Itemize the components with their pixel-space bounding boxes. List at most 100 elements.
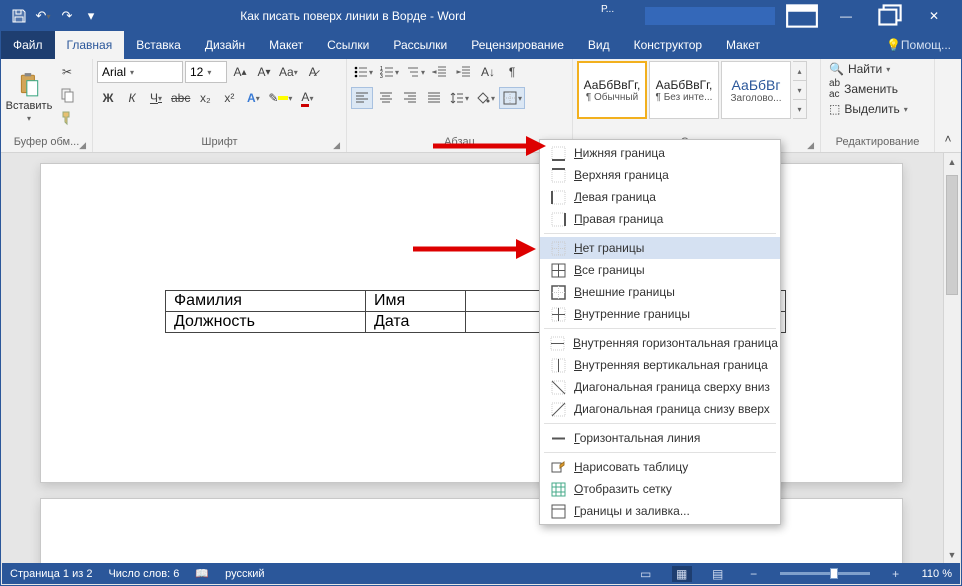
- italic-button[interactable]: К: [121, 87, 143, 109]
- menu-draw-table[interactable]: Нарисовать таблицу: [540, 456, 780, 478]
- numbering-button[interactable]: 123▾: [377, 61, 401, 83]
- font-name-combo[interactable]: Arial▾: [97, 61, 183, 83]
- status-language[interactable]: русский: [225, 568, 264, 580]
- menu-border-inside[interactable]: Внутренние границы: [540, 303, 780, 325]
- zoom-in-button[interactable]: +: [886, 566, 906, 582]
- styles-gallery-scroll[interactable]: ▴▾▾: [793, 61, 807, 119]
- collapse-ribbon-button[interactable]: ˄: [937, 128, 959, 150]
- scroll-up-icon[interactable]: ▲: [944, 153, 960, 170]
- align-right-button[interactable]: [399, 87, 421, 109]
- zoom-level[interactable]: 110 %: [922, 568, 952, 580]
- superscript-button[interactable]: x²: [218, 87, 240, 109]
- text-effects-button[interactable]: A▾: [242, 87, 264, 109]
- change-case-button[interactable]: Aa▾: [277, 61, 300, 83]
- view-web-layout-icon[interactable]: ▤: [708, 566, 728, 582]
- tab-layout[interactable]: Макет: [257, 31, 315, 59]
- cell-surname[interactable]: Фамилия: [166, 291, 366, 312]
- minimize-icon[interactable]: —: [829, 4, 863, 28]
- cell-position[interactable]: Должность: [166, 312, 366, 333]
- sort-button[interactable]: A↓: [477, 61, 499, 83]
- cut-button[interactable]: ✂: [56, 61, 78, 83]
- format-painter-button[interactable]: [56, 107, 78, 129]
- scroll-down-icon[interactable]: ▼: [944, 546, 960, 563]
- view-print-layout-icon[interactable]: ▦: [672, 566, 692, 582]
- tab-file[interactable]: Файл: [1, 31, 55, 59]
- font-size-combo[interactable]: 12▾: [185, 61, 227, 83]
- status-word-count[interactable]: Число слов: 6: [108, 568, 179, 580]
- shrink-font-button[interactable]: A▾: [253, 61, 275, 83]
- view-read-mode-icon[interactable]: ▭: [636, 566, 656, 582]
- multilevel-list-button[interactable]: ▾: [403, 61, 427, 83]
- save-icon[interactable]: [11, 8, 27, 24]
- tab-constructor[interactable]: Конструктор: [622, 31, 714, 59]
- style-no-spacing[interactable]: АаБбВвГг, ¶ Без инте...: [649, 61, 719, 119]
- tab-review[interactable]: Рецензирование: [459, 31, 576, 59]
- scroll-track[interactable]: [944, 170, 960, 546]
- menu-horizontal-line[interactable]: Горизонтальная линия: [540, 427, 780, 449]
- menu-border-left[interactable]: Левая граница: [540, 186, 780, 208]
- menu-border-right[interactable]: Правая граница: [540, 208, 780, 230]
- scroll-thumb[interactable]: [946, 175, 958, 295]
- borders-button[interactable]: ▾: [499, 87, 525, 109]
- show-marks-button[interactable]: ¶: [501, 61, 523, 83]
- font-color-button[interactable]: A▾: [296, 87, 318, 109]
- tab-view[interactable]: Вид: [576, 31, 622, 59]
- font-dialog-launcher[interactable]: ◢: [333, 140, 340, 151]
- increase-indent-button[interactable]: [453, 61, 475, 83]
- align-left-button[interactable]: [351, 87, 373, 109]
- menu-view-gridlines[interactable]: Отобразить сетку: [540, 478, 780, 500]
- bullets-button[interactable]: ▾: [351, 61, 375, 83]
- tab-insert[interactable]: Вставка: [124, 31, 193, 59]
- menu-border-bottom[interactable]: Нижняя граница: [540, 142, 780, 164]
- undo-icon[interactable]: ↶▾: [35, 8, 51, 24]
- underline-button[interactable]: Ч▾: [145, 87, 167, 109]
- menu-border-none[interactable]: Нет границы: [540, 237, 780, 259]
- replace-button[interactable]: abacЗаменить: [825, 77, 902, 101]
- subscript-button[interactable]: x₂: [194, 87, 216, 109]
- style-normal[interactable]: АаБбВвГг, ¶ Обычный: [577, 61, 647, 119]
- clipboard-dialog-launcher[interactable]: ◢: [79, 140, 86, 151]
- bold-button[interactable]: Ж: [97, 87, 119, 109]
- menu-border-all[interactable]: Все границы: [540, 259, 780, 281]
- menu-border-top[interactable]: Верхняя граница: [540, 164, 780, 186]
- menu-borders-shading[interactable]: Границы и заливка...: [540, 500, 780, 522]
- tab-home[interactable]: Главная: [55, 31, 125, 59]
- close-icon[interactable]: ✕: [917, 4, 951, 28]
- cell-date[interactable]: Дата: [366, 312, 466, 333]
- select-button[interactable]: ⬚Выделить ▾: [825, 101, 912, 117]
- find-button[interactable]: 🔍Найти ▾: [825, 61, 894, 77]
- highlight-button[interactable]: ✎▾: [266, 87, 294, 109]
- grow-font-button[interactable]: A▴: [229, 61, 251, 83]
- ribbon-display-options-icon[interactable]: [785, 4, 819, 28]
- zoom-slider[interactable]: [780, 572, 870, 575]
- line-spacing-button[interactable]: ▾: [447, 87, 471, 109]
- tab-mailings[interactable]: Рассылки: [381, 31, 459, 59]
- menu-border-inside-v[interactable]: Внутренняя вертикальная граница: [540, 354, 780, 376]
- restore-icon[interactable]: [873, 4, 907, 28]
- zoom-out-button[interactable]: −: [744, 566, 764, 582]
- copy-button[interactable]: [56, 84, 78, 106]
- tab-design[interactable]: Дизайн: [193, 31, 257, 59]
- status-page[interactable]: Страница 1 из 2: [10, 568, 92, 580]
- menu-border-inside-h[interactable]: Внутренняя горизонтальная граница: [540, 332, 780, 354]
- tab-layout2[interactable]: Макет: [714, 31, 772, 59]
- styles-dialog-launcher[interactable]: ◢: [807, 140, 814, 151]
- qat-customize-icon[interactable]: ▾: [83, 8, 99, 24]
- style-heading1[interactable]: АаБбВг Заголово...: [721, 61, 791, 119]
- status-spellcheck-icon[interactable]: 📖: [195, 567, 209, 580]
- menu-border-diag-up[interactable]: Диагональная граница снизу вверх: [540, 398, 780, 420]
- strikethrough-button[interactable]: abc: [169, 87, 192, 109]
- redo-icon[interactable]: ↷: [59, 8, 75, 24]
- vertical-scrollbar[interactable]: ▲ ▼: [943, 153, 960, 563]
- align-center-button[interactable]: [375, 87, 397, 109]
- justify-button[interactable]: [423, 87, 445, 109]
- paste-button[interactable]: Вставить ▾: [5, 61, 53, 133]
- cell-name[interactable]: Имя: [366, 291, 466, 312]
- tab-references[interactable]: Ссылки: [315, 31, 381, 59]
- menu-border-diag-down[interactable]: Диагональная граница сверху вниз: [540, 376, 780, 398]
- clear-formatting-button[interactable]: A̷: [302, 61, 324, 83]
- menu-border-outside[interactable]: Внешние границы: [540, 281, 780, 303]
- zoom-slider-thumb[interactable]: [830, 568, 838, 579]
- decrease-indent-button[interactable]: [429, 61, 451, 83]
- shading-button[interactable]: ▾: [473, 87, 497, 109]
